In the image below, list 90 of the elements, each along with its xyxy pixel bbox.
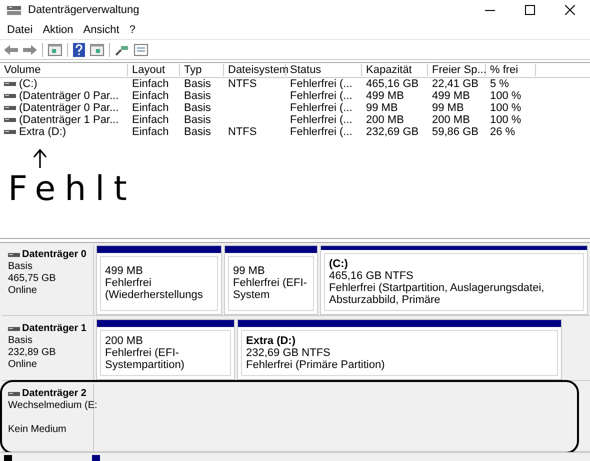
connect-icon[interactable] <box>115 44 129 56</box>
table-cell: Einfach <box>132 114 169 126</box>
maximize-icon[interactable] <box>525 4 535 15</box>
menu-item[interactable]: Datei <box>2 24 38 36</box>
partition-status: Fehlerfrei (EFI-Systempartition) <box>105 346 186 371</box>
disk-name: Datenträger 1 <box>22 322 86 335</box>
disk-status: Kein Medium <box>8 424 66 436</box>
disk-size: 232,89 GB <box>8 346 56 359</box>
column-header[interactable]: % frei <box>486 64 536 76</box>
help-icon[interactable] <box>73 42 85 57</box>
table-cell: Fehlerfrei (... <box>290 114 352 126</box>
table-cell: Fehlerfrei (... <box>290 78 352 90</box>
menu-item[interactable]: ? <box>124 24 140 36</box>
table-cell: Basis <box>184 114 211 126</box>
column-header[interactable]: Dateisystem <box>224 64 286 76</box>
partition-block[interactable]: 200 MB Fehlerfrei (EFI-Systempartition) <box>96 318 235 380</box>
table-cell: Einfach <box>132 78 169 90</box>
disk-type: Basis <box>8 260 32 273</box>
table-cell: (Datenträger 1 Par... <box>19 114 119 126</box>
table-cell: 5 % <box>490 78 509 90</box>
table-cell: Einfach <box>132 90 169 102</box>
table-cell: Extra (D:) <box>19 126 66 138</box>
column-header[interactable]: Layout <box>128 64 180 76</box>
forward-arrow-icon[interactable] <box>23 44 37 56</box>
legend-swatch-icon <box>4 455 12 461</box>
table-cell: Einfach <box>132 102 169 114</box>
menu-item[interactable]: Ansicht <box>78 24 124 36</box>
list-icon[interactable] <box>134 44 148 56</box>
table-cell: Basis <box>184 78 211 90</box>
partition-size: 99 MB <box>233 265 266 278</box>
table-cell: 99 MB <box>366 102 398 114</box>
table-cell: Fehlerfrei (... <box>290 102 352 114</box>
column-header[interactable]: Typ <box>180 64 224 76</box>
table-cell: Fehlerfrei (... <box>290 126 352 138</box>
disk-status: Online <box>8 358 37 371</box>
partition-size: 499 MB <box>105 265 144 278</box>
table-cell: 59,86 GB <box>432 126 478 138</box>
table-cell: Basis <box>184 90 211 102</box>
disk-name: Datenträger 0 <box>22 248 86 261</box>
table-cell: 232,69 GB <box>366 126 419 138</box>
partition-size: 465,16 GB NTFS <box>329 270 414 282</box>
table-cell: 200 MB <box>366 114 404 126</box>
partition-status: Fehlerfrei (Startpartition, Auslagerungsdatei, Absturzabbild, Primäre <box>329 282 546 306</box>
table-cell: Fehlerfrei (... <box>290 90 352 102</box>
handwritten-note: Fehlt <box>8 169 136 210</box>
menu-item[interactable]: Aktion <box>38 24 78 36</box>
table-cell: Basis <box>184 126 211 138</box>
table-cell: Basis <box>184 102 211 114</box>
partition-status: Fehlerfrei (Primäre Partition) <box>246 358 386 371</box>
table-cell: 100 % <box>490 90 522 102</box>
disk-type: Wechselmedium (E: <box>8 400 98 412</box>
table-cell: (Datenträger 0 Par... <box>19 90 119 102</box>
panel-icon[interactable] <box>90 44 104 56</box>
partition-size: 232,69 GB NTFS <box>246 346 332 359</box>
table-cell: (Datenträger 0 Par... <box>19 102 119 114</box>
table-cell: 99 MB <box>432 102 464 114</box>
disk-type: Basis <box>8 334 32 347</box>
table-cell: NTFS <box>228 78 257 90</box>
table-cell: 26 % <box>490 126 516 138</box>
column-header[interactable]: Volume <box>0 64 128 76</box>
table-cell: 100 % <box>490 114 522 126</box>
table-cell: (C:) <box>19 78 38 90</box>
legend-swatch-icon <box>92 455 100 461</box>
table-cell: 465,16 GB <box>366 78 419 90</box>
table-cell: 200 MB <box>432 114 470 126</box>
panel-icon[interactable] <box>48 44 62 56</box>
partition-block[interactable]: 99 MB Fehlerfrei (EFI-System <box>224 244 318 315</box>
partition-status: Fehlerfrei (Wiederherstellungs <box>105 277 204 302</box>
column-header[interactable]: Freier Sp... <box>428 64 486 76</box>
partition-block[interactable]: Extra (D:) 232,69 GB NTFS Fehlerfrei (Primäre Partition) <box>237 318 562 380</box>
close-icon[interactable] <box>565 4 575 15</box>
table-cell: 22,41 GB <box>432 78 478 90</box>
window-title: Datenträgerverwaltung <box>28 4 140 16</box>
table-cell: 100 % <box>490 102 522 114</box>
up-arrow-icon <box>32 149 48 170</box>
table-cell: 499 MB <box>432 90 470 102</box>
disk-name: Datenträger 2 <box>22 388 86 400</box>
disk-status: Online <box>8 284 37 297</box>
back-arrow-icon[interactable] <box>4 44 18 56</box>
partition-block[interactable]: (C:) 465,16 GB NTFS Fehlerfrei (Startpartition, Auslagerungsdatei, Absturzabbild, Primäre <box>320 244 588 315</box>
partition-block[interactable]: 499 MB Fehlerfrei (Wiederherstellungs <box>96 244 222 315</box>
disk-size: 465,75 GB <box>8 272 56 285</box>
table-cell: 499 MB <box>366 90 404 102</box>
table-cell: NTFS <box>228 126 257 138</box>
partition-status: Fehlerfrei (EFI-System <box>233 277 308 302</box>
table-cell: Einfach <box>132 126 169 138</box>
partition-size: 200 MB <box>105 334 144 347</box>
column-header[interactable]: Kapazität <box>362 64 428 76</box>
partition-label: (C:) <box>329 258 349 270</box>
partition-label: Extra (D:) <box>246 334 297 347</box>
